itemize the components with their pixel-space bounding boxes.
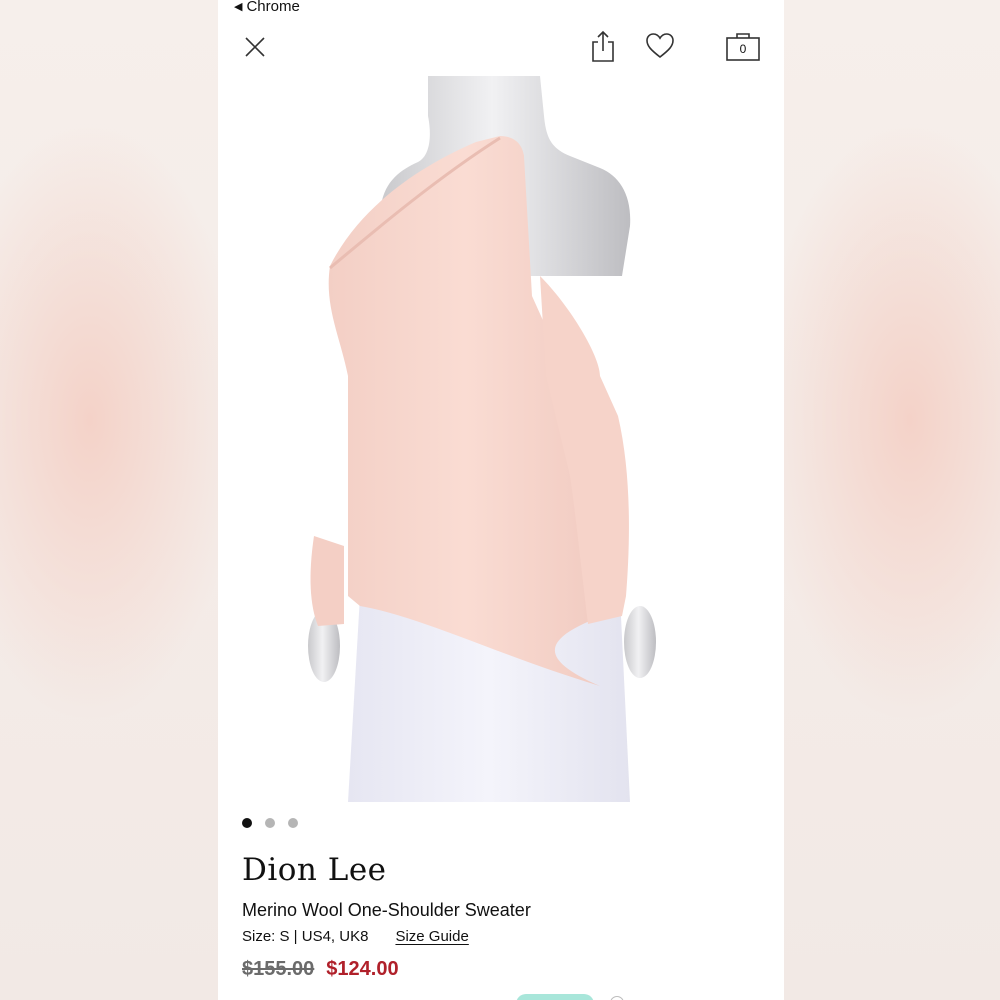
shopping-bag-button[interactable]: 0 xyxy=(723,28,763,64)
partial-badge[interactable] xyxy=(516,994,594,1000)
price-row: $155.00 $124.00 xyxy=(242,958,399,981)
image-pagination xyxy=(242,818,298,828)
pagination-dot-2[interactable] xyxy=(265,818,275,828)
size-row: Size: S | US4, UK8 Size Guide xyxy=(242,928,469,945)
pagination-dot-1[interactable] xyxy=(242,818,252,828)
close-button[interactable] xyxy=(240,32,270,62)
status-back-link[interactable]: ◀ Chrome xyxy=(234,0,300,15)
app-screen: ◀ Chrome 0 Dion Lee Merino Wool One-Shou… xyxy=(218,0,784,1000)
sale-price: $124.00 xyxy=(326,958,399,980)
product-title: Merino Wool One-Shoulder Sweater xyxy=(242,900,531,920)
share-icon xyxy=(592,30,614,62)
favorite-button[interactable] xyxy=(643,30,677,62)
back-app-label: Chrome xyxy=(246,0,300,15)
size-guide-link[interactable]: Size Guide xyxy=(395,928,468,945)
product-photo-illustration xyxy=(308,76,656,802)
product-brand[interactable]: Dion Lee xyxy=(242,852,387,888)
heart-icon xyxy=(646,33,674,59)
pagination-dot-3[interactable] xyxy=(288,818,298,828)
mannequin-right-hand xyxy=(624,606,656,678)
back-triangle-icon: ◀ xyxy=(234,1,243,13)
partial-info-icon[interactable] xyxy=(610,996,624,1000)
original-price: $155.00 xyxy=(242,958,315,980)
size-text: Size: S | US4, UK8 xyxy=(242,928,369,945)
bag-count-badge: 0 xyxy=(739,42,747,56)
close-icon xyxy=(245,37,265,57)
product-image[interactable] xyxy=(300,76,702,802)
sweater-left-cuff xyxy=(310,536,344,626)
share-button[interactable] xyxy=(588,28,618,64)
